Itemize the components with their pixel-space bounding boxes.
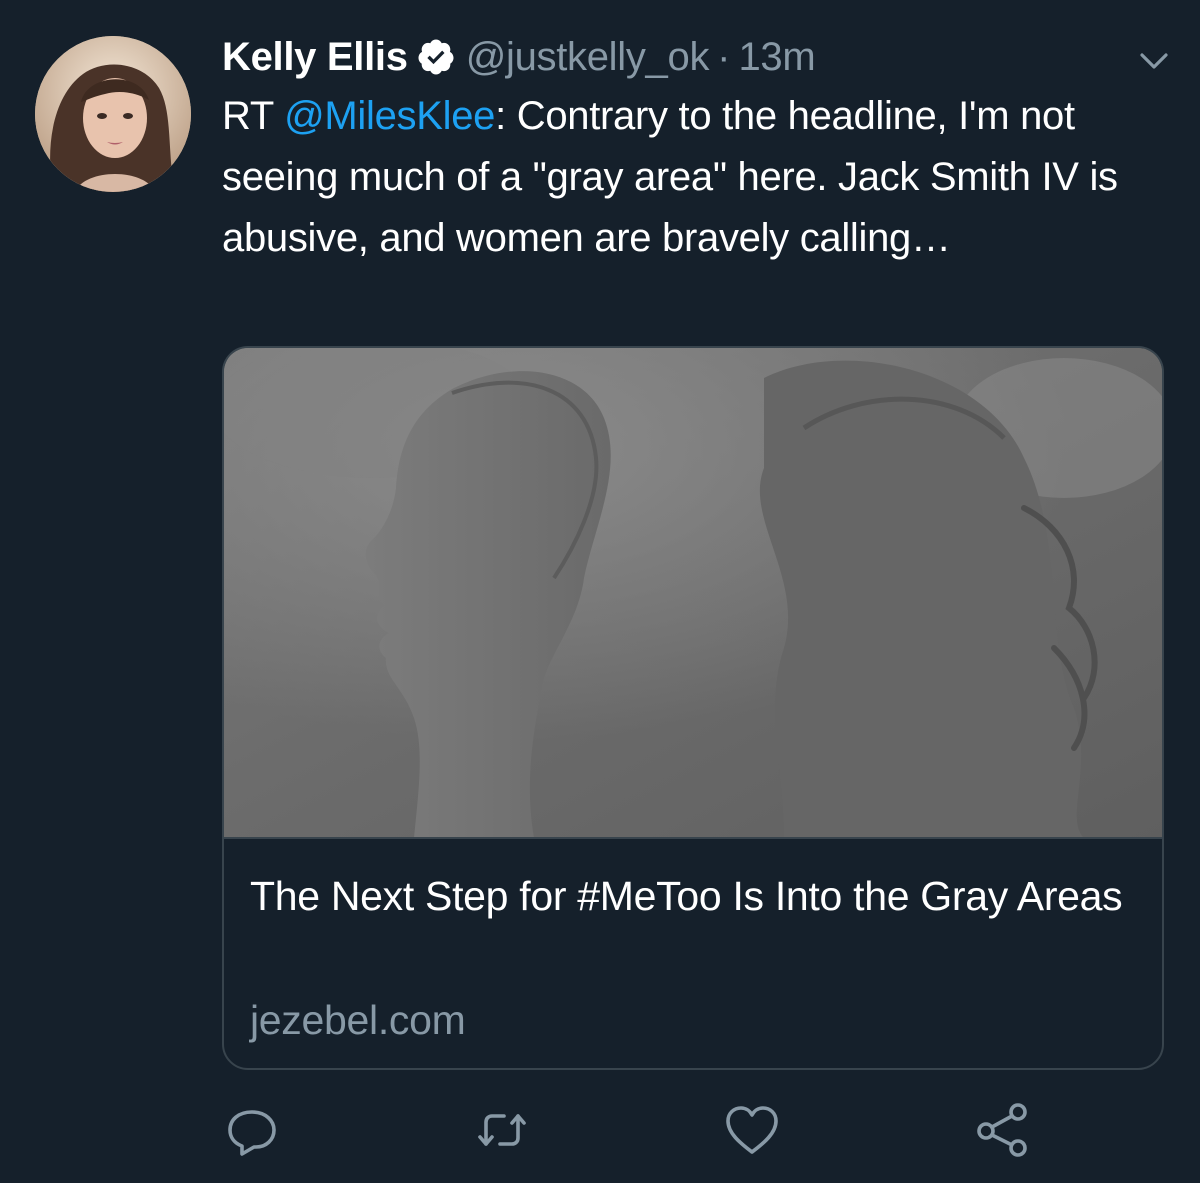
author-handle[interactable]: @justkelly_ok xyxy=(466,35,710,80)
tweet-header: Kelly Ellis @justkelly_ok · 13m xyxy=(222,30,816,84)
action-bar xyxy=(0,1100,1200,1160)
reply-button[interactable] xyxy=(224,1100,284,1160)
meta-separator: · xyxy=(717,34,731,79)
share-icon xyxy=(977,1103,1027,1157)
card-divider xyxy=(224,837,1162,839)
card-domain: jezebel.com xyxy=(250,997,466,1043)
reply-icon xyxy=(228,1110,276,1156)
card-title[interactable]: The Next Step for #MeToo Is Into the Gra… xyxy=(250,866,1140,927)
tweet[interactable]: Kelly Ellis @justkelly_ok · 13m RT @Mile… xyxy=(0,0,1200,1183)
tweet-text: RT @MilesKlee: Contrary to the headline,… xyxy=(222,86,1167,269)
retweet-button[interactable] xyxy=(472,1100,532,1160)
share-button[interactable] xyxy=(972,1100,1032,1160)
retweet-icon xyxy=(478,1114,526,1146)
avatar[interactable] xyxy=(35,36,191,192)
chevron-down-icon[interactable] xyxy=(1136,42,1172,78)
link-card[interactable] xyxy=(222,346,1164,1070)
card-image xyxy=(224,348,1162,838)
like-button[interactable] xyxy=(722,1100,782,1160)
mention-link[interactable]: @MilesKlee xyxy=(284,94,495,138)
timestamp[interactable]: 13m xyxy=(738,35,815,80)
retweet-prefix: RT xyxy=(222,94,285,138)
heart-icon xyxy=(726,1106,778,1154)
verified-badge-icon xyxy=(416,37,456,77)
author-name[interactable]: Kelly Ellis xyxy=(222,35,408,80)
